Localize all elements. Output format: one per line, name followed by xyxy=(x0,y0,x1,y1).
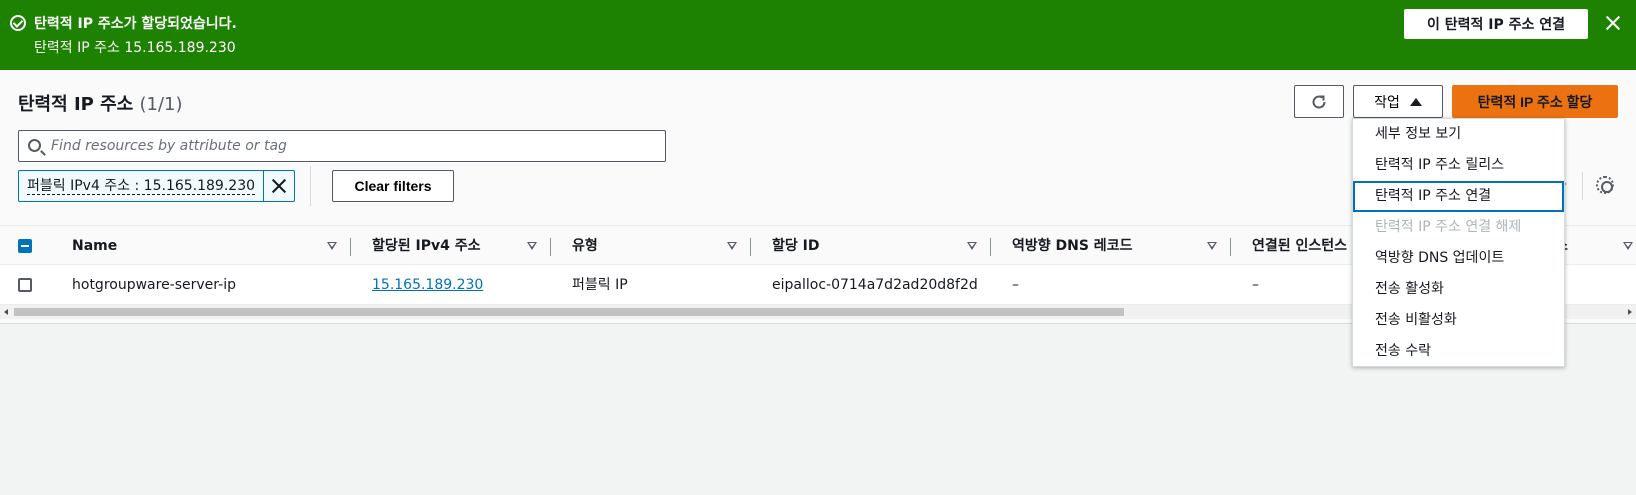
check-circle-icon xyxy=(10,15,26,31)
close-icon[interactable] xyxy=(1604,14,1622,32)
sort-icon[interactable] xyxy=(967,242,977,250)
column-resizer[interactable] xyxy=(1230,238,1231,256)
menu-item-accept-transfer[interactable]: 전송 수락 xyxy=(1353,336,1564,367)
search-icon xyxy=(28,139,41,152)
column-header-reverse-dns[interactable]: 역방향 DNS 레코드 xyxy=(1012,226,1132,266)
column-header-allocation-id[interactable]: 할당 ID xyxy=(772,226,819,266)
gear-icon[interactable] xyxy=(1596,176,1614,194)
cell-name: hotgroupware-server-ip xyxy=(72,277,236,293)
sort-icon[interactable] xyxy=(527,242,537,250)
refresh-icon xyxy=(1312,95,1326,109)
cell-instance: – xyxy=(1252,277,1259,293)
column-resizer[interactable] xyxy=(750,238,751,256)
menu-item-view-details[interactable]: 세부 정보 보기 xyxy=(1353,119,1564,150)
menu-item-release-ip[interactable]: 탄력적 IP 주소 릴리스 xyxy=(1353,150,1564,181)
sort-icon[interactable] xyxy=(1623,242,1633,250)
menu-item-disassociate-ip: 탄력적 IP 주소 연결 해제 xyxy=(1375,219,1522,235)
menu-item-update-reverse-dns[interactable]: 역방향 DNS 업데이트 xyxy=(1353,243,1564,274)
scroll-right-icon[interactable] xyxy=(1628,309,1632,315)
menu-item-disable-transfer[interactable]: 전송 비활성화 xyxy=(1353,305,1564,336)
search-box[interactable] xyxy=(18,130,666,162)
caret-up-icon xyxy=(1409,97,1422,106)
associate-this-ip-button[interactable]: 이 탄력적 IP 주소 연결 xyxy=(1404,9,1588,39)
flash-title: 탄력적 IP 주소가 할당되었습니다. xyxy=(34,16,237,32)
column-header-type[interactable]: 유형 xyxy=(572,226,598,266)
column-resizer[interactable] xyxy=(550,238,551,256)
actions-dropdown-button[interactable]: 작업 xyxy=(1353,85,1443,118)
search-input[interactable] xyxy=(51,136,651,156)
cell-ipv4-link[interactable]: 15.165.189.230 xyxy=(372,265,483,305)
remove-filter-icon[interactable] xyxy=(264,171,294,201)
cell-reverse-dns: – xyxy=(1012,277,1019,293)
filter-token: 퍼블릭 IPv4 주소 : 15.165.189.230 xyxy=(18,170,296,202)
column-header-name[interactable]: Name xyxy=(72,226,117,266)
column-header-ipv4[interactable]: 할당된 IPv4 주소 xyxy=(372,226,481,266)
column-resizer[interactable] xyxy=(350,238,351,256)
column-header-instance[interactable]: 연결된 인스턴스 xyxy=(1252,226,1347,266)
divider xyxy=(1582,172,1583,200)
success-flash-banner: 탄력적 IP 주소가 할당되었습니다. 탄력적 IP 주소 15.165.189… xyxy=(0,0,1636,70)
menu-item-enable-transfer[interactable]: 전송 활성화 xyxy=(1353,274,1564,305)
actions-label: 작업 xyxy=(1374,93,1400,110)
clear-filters-button[interactable]: Clear filters xyxy=(332,170,454,202)
sort-icon[interactable] xyxy=(727,242,737,250)
sort-icon[interactable] xyxy=(1207,242,1217,250)
page-title-text: 탄력적 IP 주소 xyxy=(18,94,134,115)
page-title: 탄력적 IP 주소 (1/1) xyxy=(18,90,183,116)
flash-message: 탄력적 IP 주소 15.165.189.230 xyxy=(34,40,236,56)
row-checkbox[interactable] xyxy=(18,278,32,292)
sort-icon[interactable] xyxy=(327,242,337,250)
divider xyxy=(310,166,311,206)
select-all-checkbox[interactable] xyxy=(18,239,32,253)
scrollbar-thumb[interactable] xyxy=(14,308,1124,316)
scroll-left-icon[interactable] xyxy=(4,309,8,315)
column-resizer[interactable] xyxy=(990,238,991,256)
cell-allocation-id: eipalloc-0714a7d2ad20d8f2d xyxy=(772,277,978,293)
allocate-elastic-ip-button[interactable]: 탄력적 IP 주소 할당 xyxy=(1452,85,1618,118)
filter-token-label[interactable]: 퍼블릭 IPv4 주소 : 15.165.189.230 xyxy=(19,171,265,201)
menu-item-associate-ip[interactable]: 탄력적 IP 주소 연결 xyxy=(1353,181,1564,212)
resource-count: (1/1) xyxy=(139,94,183,115)
refresh-button[interactable] xyxy=(1294,85,1344,118)
actions-menu: 세부 정보 보기 탄력적 IP 주소 릴리스 탄력적 IP 주소 연결 탄력적 … xyxy=(1352,118,1565,367)
cell-type: 퍼블릭 IP xyxy=(572,277,628,293)
